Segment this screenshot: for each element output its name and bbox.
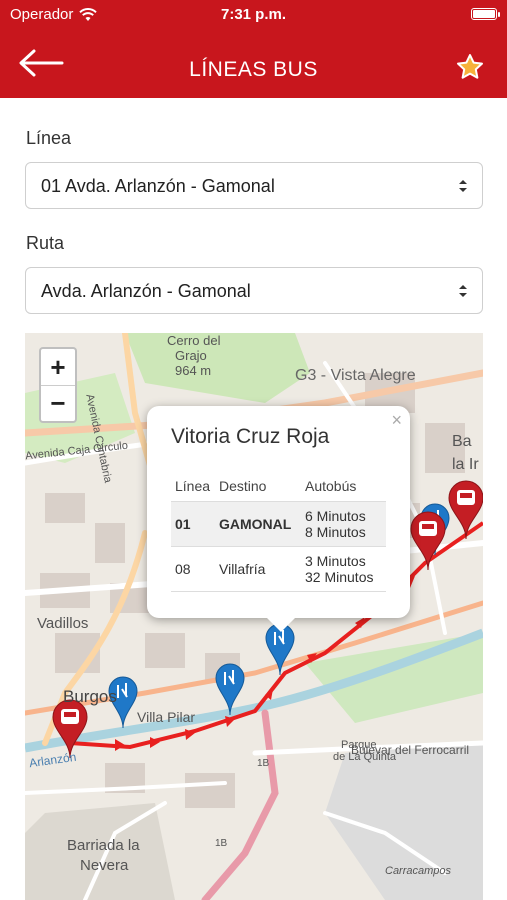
cell-autobus: 3 Minutos 32 Minutos bbox=[301, 546, 386, 592]
zoom-out-button[interactable]: − bbox=[41, 385, 75, 421]
map-label-barriada: Barriada la bbox=[67, 837, 140, 854]
map-label-la-ir: la Ir bbox=[452, 456, 479, 473]
linea-label: Línea bbox=[26, 128, 72, 148]
close-icon[interactable]: × bbox=[391, 410, 402, 431]
arrival-time: 3 Minutos bbox=[305, 553, 366, 569]
map-label-bulevar: Bulevar del Ferrocarril bbox=[351, 743, 470, 757]
map-label-villa: Villa Pilar bbox=[137, 709, 196, 725]
map-label-cerro: Cerro del bbox=[167, 333, 221, 348]
map-label-road-1b: 1B bbox=[215, 838, 228, 849]
cell-autobus: 6 Minutos 8 Minutos bbox=[301, 501, 386, 547]
cell-destino: GAMONAL bbox=[215, 501, 301, 547]
status-bar: Operador 7:31 p.m. bbox=[0, 0, 507, 28]
map-label-grajo: Grajo bbox=[175, 348, 207, 363]
column-header: Línea bbox=[171, 472, 215, 502]
bus-marker[interactable] bbox=[410, 511, 446, 571]
bus-marker[interactable] bbox=[52, 699, 88, 759]
column-header: Destino bbox=[215, 472, 301, 502]
map-label-burgos: Burgos bbox=[63, 687, 117, 706]
arrival-time: 8 Minutos bbox=[305, 524, 366, 540]
map-label-road-1b: 1B bbox=[257, 758, 270, 769]
select-caret-icon bbox=[459, 285, 467, 297]
nav-bar: LÍNEAS BUS bbox=[0, 28, 507, 98]
table-header-row: Línea Destino Autobús bbox=[171, 472, 386, 502]
battery-icon bbox=[471, 8, 500, 20]
zoom-in-button[interactable]: + bbox=[41, 349, 75, 385]
cell-destino: Villafría bbox=[215, 546, 301, 592]
zoom-control: + − bbox=[39, 347, 77, 423]
ruta-label: Ruta bbox=[26, 233, 65, 253]
cell-linea: 01 bbox=[171, 501, 215, 547]
map-label-vadillos: Vadillos bbox=[37, 615, 89, 632]
map-label-g3: G3 - Vista Alegre bbox=[295, 367, 416, 384]
bus-marker[interactable] bbox=[448, 480, 483, 540]
map-label-nevera: Nevera bbox=[80, 857, 129, 874]
map-label-ba: Ba bbox=[452, 433, 472, 450]
linea-select[interactable]: 01 Avda. Arlanzón - Gamonal bbox=[25, 162, 483, 209]
arrival-time: 32 Minutos bbox=[305, 569, 374, 585]
ruta-select[interactable]: Avda. Arlanzón - Gamonal bbox=[25, 267, 483, 314]
popup-title: Vitoria Cruz Roja bbox=[171, 425, 330, 448]
column-header: Autobús bbox=[301, 472, 386, 502]
stop-popup: × Vitoria Cruz Roja Línea Destino Autobú… bbox=[147, 406, 410, 632]
linea-select-value: 01 Avda. Arlanzón - Gamonal bbox=[41, 176, 275, 196]
status-time: 7:31 p.m. bbox=[220, 6, 287, 23]
arrivals-table: Línea Destino Autobús 01 GAMONAL 6 Minut… bbox=[171, 472, 386, 592]
cell-linea: 08 bbox=[171, 546, 215, 592]
map-label-carracampos: Carracampos bbox=[385, 865, 452, 877]
map-label-altura: 964 m bbox=[175, 363, 212, 378]
ruta-select-value: Avda. Arlanzón - Gamonal bbox=[41, 281, 251, 301]
page-title: LÍNEAS BUS bbox=[189, 58, 318, 81]
star-icon[interactable] bbox=[455, 52, 485, 82]
select-caret-icon bbox=[459, 180, 467, 192]
arrival-time: 6 Minutos bbox=[305, 508, 366, 524]
table-row[interactable]: 08 Villafría 3 Minutos 32 Minutos bbox=[171, 546, 386, 592]
table-row[interactable]: 01 GAMONAL 6 Minutos 8 Minutos bbox=[171, 501, 386, 547]
